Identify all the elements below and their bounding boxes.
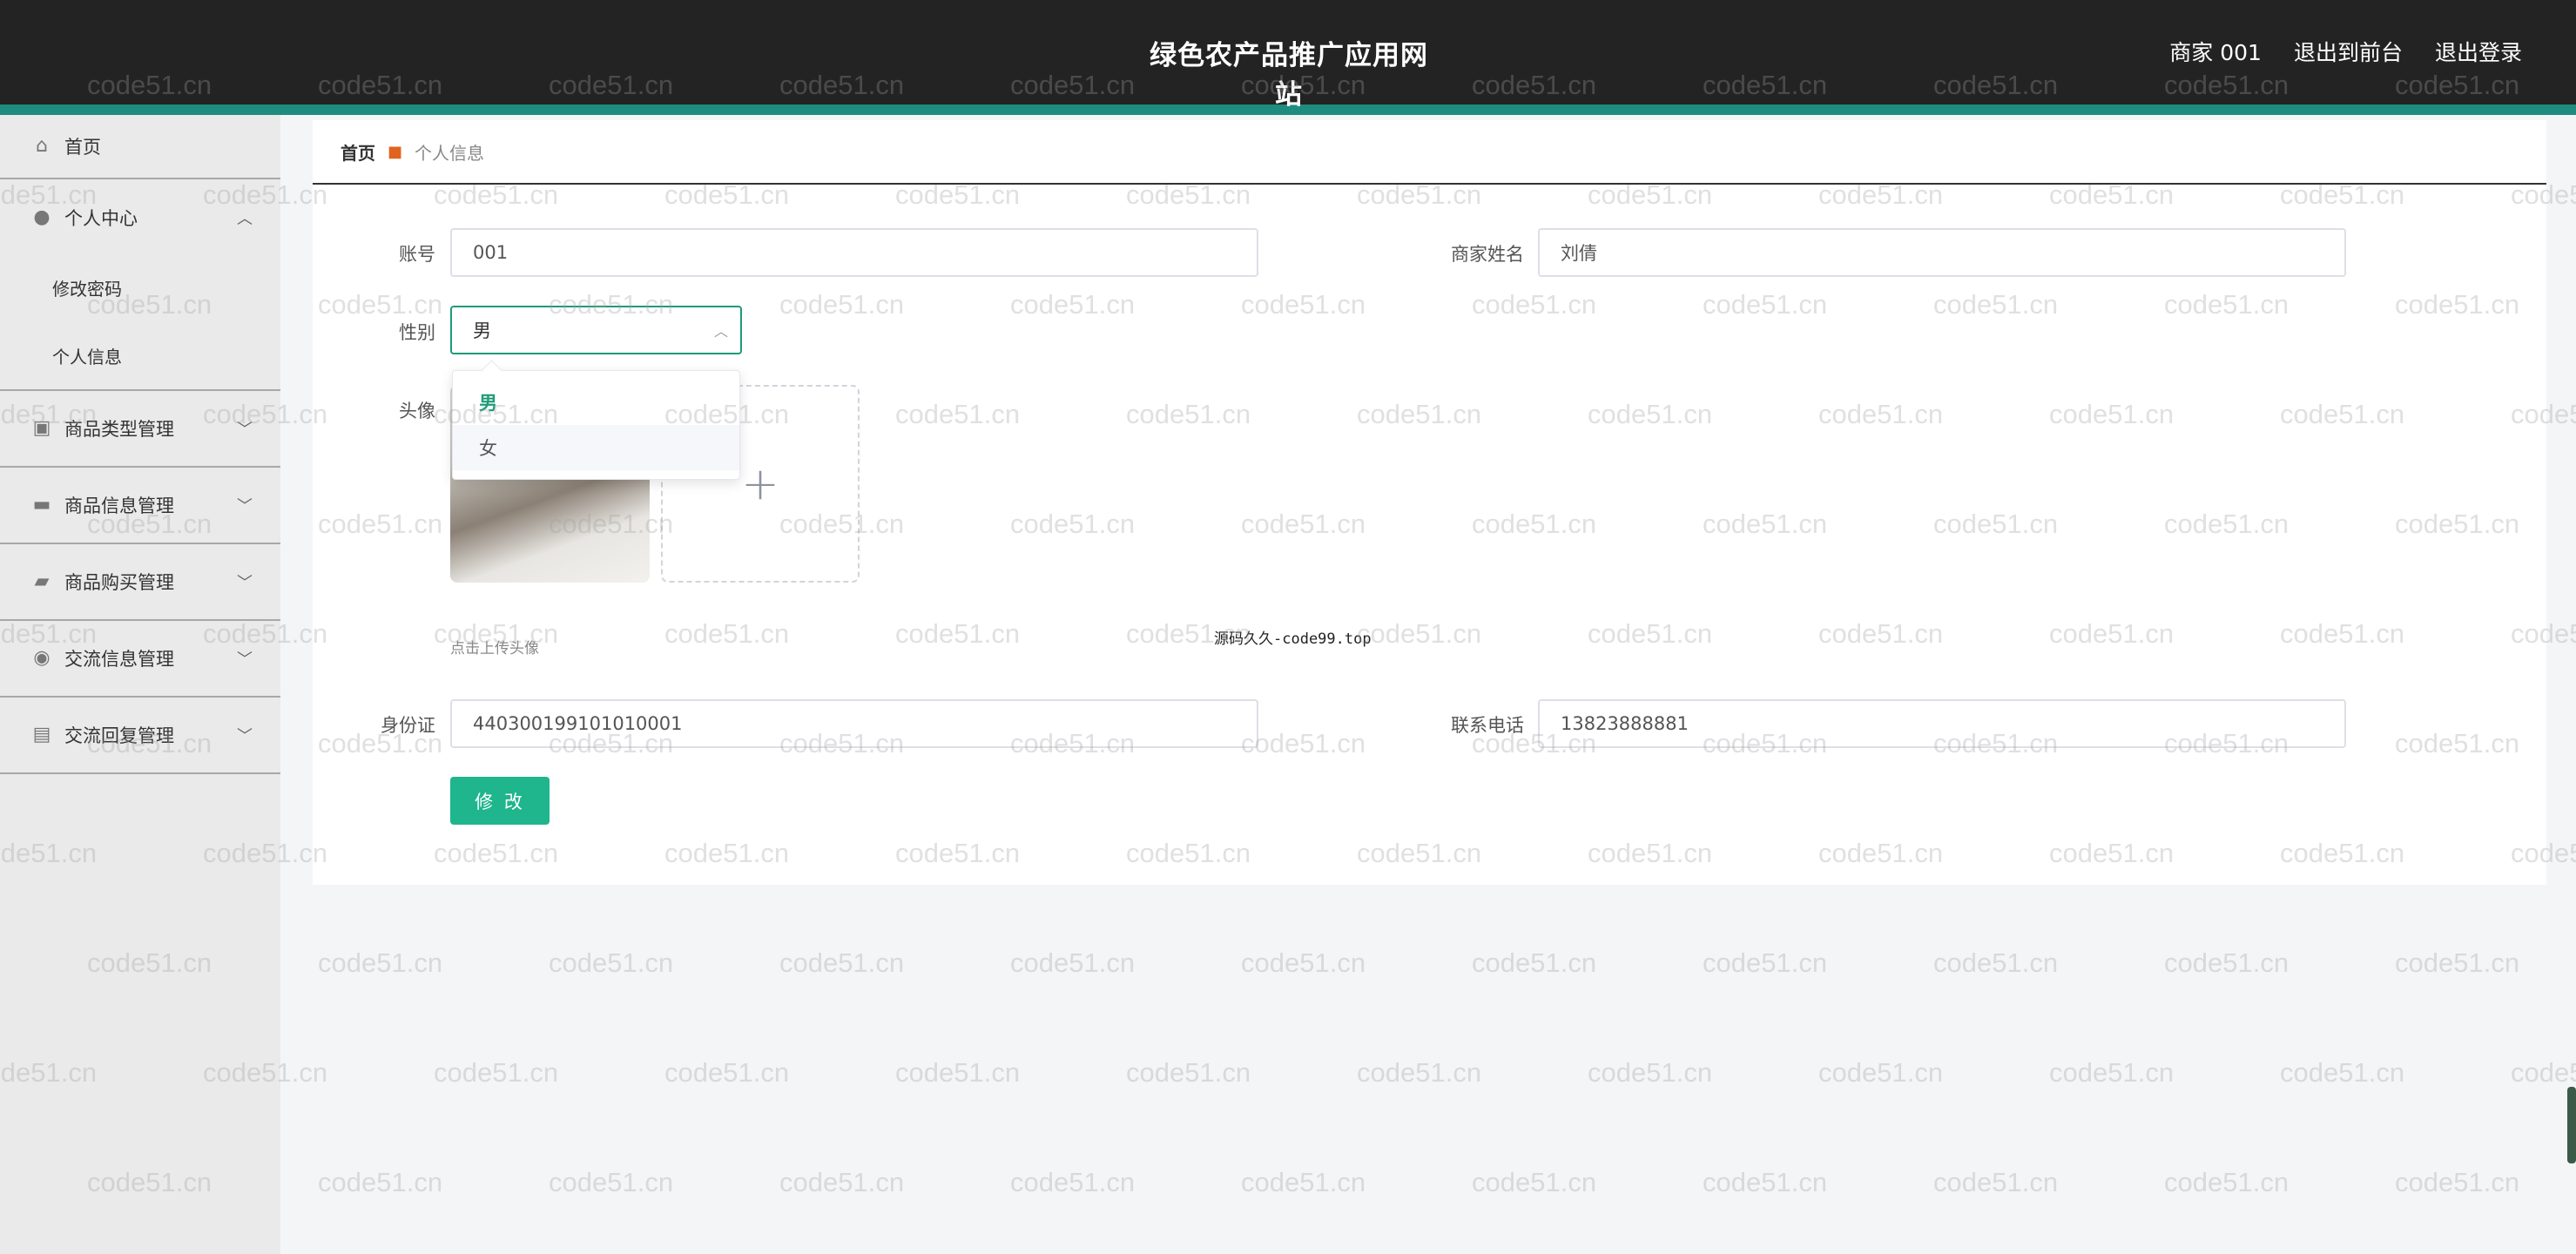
watermark-text: code51.cn [1241, 947, 1366, 978]
sidebar-subitem-personal-info[interactable]: 个人信息 [52, 343, 122, 368]
id-card-label: 身份证 [381, 715, 435, 736]
header-links: 商家 001 退出到前台 退出登录 [2169, 36, 2522, 67]
watermark-text: code51.cn [2164, 1167, 2289, 1197]
watermark-text: code51.cn [1010, 1167, 1136, 1197]
gender-select-value: 男 [473, 320, 491, 341]
sidebar-item-product-info[interactable]: ▬ 商品信息管理 ﹀ [0, 468, 280, 544]
chevron-down-icon: ﹀ [237, 421, 253, 439]
chevron-up-icon: ︿ [237, 210, 253, 228]
chat-icon: ▤ [32, 724, 51, 745]
watermark-text: code51.cn [549, 947, 674, 978]
sidebar-item-label: 交流回复管理 [64, 725, 174, 746]
watermark-text: code51.cn [1241, 1167, 1366, 1197]
phone-label: 联系电话 [1451, 715, 1524, 736]
watermark-text: code51.cn [2280, 1057, 2405, 1088]
watermark-text: code51.cn [1703, 947, 1828, 978]
watermark-text: code51.cn [434, 1057, 559, 1088]
user-account-link[interactable]: 商家 001 [2169, 36, 2262, 67]
chevron-down-icon: ﹀ [237, 497, 253, 516]
sidebar-item-label: 个人中心 [64, 208, 138, 229]
watermark-text: code51.cn [1472, 947, 1597, 978]
sidebar-item-home[interactable]: ⌂ 首页 [0, 115, 280, 179]
sidebar-item-exchange-info[interactable]: ◉ 交流信息管理 ﹀ [0, 621, 280, 698]
breadcrumb: 首页 ■ 个人信息 [341, 139, 484, 165]
gender-label: 性别 [399, 322, 435, 343]
chevron-down-icon: ﹀ [237, 574, 253, 592]
sidebar-item-label: 商品购买管理 [64, 572, 174, 593]
watermark-text: code51.cn [1703, 1167, 1828, 1197]
home-icon: ⌂ [36, 135, 48, 157]
sidebar-item-reply[interactable]: ▤ 交流回复管理 ﹀ [0, 698, 280, 774]
watermark-text: code51.cn [2511, 1057, 2576, 1088]
watermark-text: code51.cn [779, 947, 905, 978]
watermark-text: code51.cn [1933, 1167, 2059, 1197]
watermark-text: code51.cn [1933, 947, 2059, 978]
watermark-text: code51.cn [2395, 947, 2520, 978]
sidebar-item-product-type[interactable]: ▣ 商品类型管理 ﹀ [0, 391, 280, 468]
gender-dropdown: 男 女 [452, 370, 740, 480]
breadcrumb-current: 个人信息 [415, 143, 485, 164]
sidebar-item-personal-center[interactable]: ● 个人中心 ︿ [0, 179, 280, 256]
watermark-text: code51.cn [664, 1057, 790, 1088]
user-icon: ● [33, 206, 51, 228]
watermark-text: code51.cn [318, 947, 443, 978]
sidebar-item-label: 首页 [64, 137, 101, 158]
watermark-text: code51.cn [1472, 1167, 1597, 1197]
watermark-text: code51.cn [2395, 1167, 2520, 1197]
gender-option-male[interactable]: 男 [453, 380, 739, 425]
sidebar-subitem-change-password[interactable]: 修改密码 [52, 275, 122, 300]
bulb-icon: ◉ [33, 647, 51, 669]
back-to-front-link[interactable]: 退出到前台 [2294, 36, 2403, 67]
scrollbar-thumb[interactable] [2567, 1087, 2576, 1163]
watermark-text: code51.cn [318, 1167, 443, 1197]
breadcrumb-divider [313, 183, 2546, 185]
logout-link[interactable]: 退出登录 [2435, 36, 2522, 67]
id-card-input[interactable]: 440300199101010001 [450, 699, 1258, 748]
merchant-name-input[interactable]: 刘倩 [1538, 228, 2346, 277]
watermark-text: code51.cn [779, 1167, 905, 1197]
watermark-text: code51.cn [1010, 947, 1136, 978]
sidebar-item-label: 商品类型管理 [64, 419, 174, 440]
account-input[interactable]: 001 [450, 228, 1258, 277]
watermark-text: code51.cn [2049, 1057, 2175, 1088]
watermark-text: code51.cn [1126, 1057, 1251, 1088]
ticket-icon: ▰ [34, 570, 50, 592]
source-note: 源码久久-code99.top [1214, 630, 1372, 648]
avatar-label: 头像 [399, 401, 435, 421]
watermark-text: code51.cn [2164, 947, 2289, 978]
sidebar-item-label: 商品信息管理 [64, 496, 174, 516]
sidebar-item-purchase[interactable]: ▰ 商品购买管理 ﹀ [0, 544, 280, 621]
chevron-down-icon: ﹀ [237, 651, 253, 669]
sidebar: ⌂ 首页 ● 个人中心 ︿ 修改密码 个人信息 ▣ 商品类型管理 ﹀ ▬ 商品信… [0, 115, 280, 1254]
chevron-up-icon: ︿ [713, 323, 728, 340]
plus-icon: + [741, 457, 779, 510]
watermark-text: code51.cn [1588, 1057, 1713, 1088]
modify-button[interactable]: 修 改 [450, 777, 550, 825]
watermark-text: code51.cn [1818, 1057, 1944, 1088]
avatar-upload-tip: 点击上传头像 [450, 640, 539, 657]
breadcrumb-home[interactable]: 首页 [341, 139, 375, 165]
box-icon: ▣ [32, 417, 51, 439]
sidebar-item-label: 交流信息管理 [64, 649, 174, 670]
product-icon: ▬ [32, 494, 51, 516]
watermark-text: code51.cn [895, 1057, 1021, 1088]
watermark-text: code51.cn [549, 1167, 674, 1197]
merchant-name-label: 商家姓名 [1451, 244, 1524, 265]
gender-select[interactable]: 男 ︿ [450, 306, 742, 354]
breadcrumb-separator-icon: ■ [388, 143, 403, 161]
account-label: 账号 [399, 244, 435, 265]
gender-option-female[interactable]: 女 [453, 425, 739, 470]
phone-input[interactable]: 13823888881 [1538, 699, 2346, 748]
chevron-down-icon: ﹀ [237, 727, 253, 745]
site-title: 绿色农产品推广应用网站 [1150, 40, 1428, 111]
watermark-text: code51.cn [1357, 1057, 1482, 1088]
